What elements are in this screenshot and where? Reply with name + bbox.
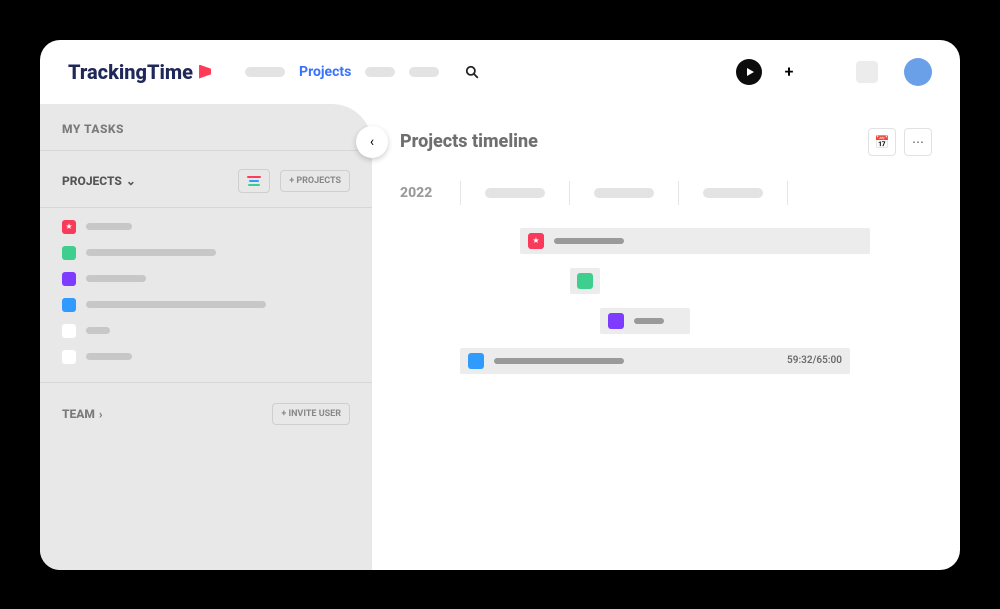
project-color-swatch [468, 353, 484, 369]
team-section-toggle[interactable]: TEAM › [62, 407, 103, 421]
project-name-placeholder [86, 353, 132, 360]
projects-list [40, 208, 372, 383]
timeline-header: 2022 [400, 176, 932, 210]
sidebar: ‹ MY TASKS PROJECTS ⌄ + PROJECTS [40, 104, 372, 570]
play-timer-button[interactable] [736, 59, 762, 85]
project-color-swatch [577, 273, 593, 289]
search-button[interactable] [459, 59, 485, 85]
projects-label: PROJECTS [62, 174, 122, 188]
project-color-swatch [62, 272, 76, 286]
project-item[interactable] [62, 324, 350, 338]
project-item[interactable] [62, 272, 350, 286]
gantt-bar[interactable] [600, 308, 690, 334]
gantt-bar[interactable] [570, 268, 600, 294]
user-avatar[interactable] [904, 58, 932, 86]
project-color-swatch [62, 350, 76, 364]
chevron-right-icon: › [99, 407, 103, 421]
project-name-placeholder [86, 301, 266, 308]
project-item[interactable] [62, 298, 350, 312]
main-content: Projects timeline 📅 ⋯ 2022 [372, 104, 960, 570]
calendar-button[interactable]: 📅 [868, 128, 896, 156]
project-color-swatch [62, 246, 76, 260]
projects-filter-button[interactable] [238, 169, 270, 193]
brand-logo-icon [199, 65, 211, 79]
add-projects-button[interactable]: + PROJECTS [280, 170, 350, 192]
project-color-swatch [62, 298, 76, 312]
sidebar-my-tasks-section[interactable]: MY TASKS [40, 104, 372, 151]
gantt-chart: 59:32/65:00 [400, 228, 932, 374]
gantt-bar[interactable]: 59:32/65:00 [460, 348, 850, 374]
gantt-time-progress: 59:32/65:00 [787, 355, 842, 366]
timeline-year: 2022 [400, 185, 460, 201]
main-header: Projects timeline 📅 ⋯ [400, 128, 932, 156]
chevron-down-icon: ⌄ [126, 174, 136, 188]
project-color-swatch [62, 324, 76, 338]
project-name-placeholder [86, 223, 132, 230]
project-color-swatch [62, 220, 76, 234]
project-name-placeholder [86, 249, 216, 256]
project-item[interactable] [62, 350, 350, 364]
nav-item-placeholder[interactable] [409, 67, 439, 77]
top-nav: Projects [245, 59, 485, 85]
sidebar-projects-header: PROJECTS ⌄ + PROJECTS [40, 151, 372, 208]
timeline-month-placeholder [594, 188, 654, 198]
brand-name: TrackingTime [68, 60, 193, 84]
nav-item-placeholder[interactable] [245, 67, 285, 77]
gantt-task-label-placeholder [554, 238, 624, 244]
topbar: TrackingTime Projects + [40, 40, 960, 104]
gantt-task-label-placeholder [634, 318, 664, 324]
projects-section-toggle[interactable]: PROJECTS ⌄ [62, 174, 136, 188]
timeline-month-placeholder [485, 188, 545, 198]
project-name-placeholder [86, 327, 110, 334]
app-window: TrackingTime Projects + ‹ MY TASKS [40, 40, 960, 570]
more-options-button[interactable]: ⋯ [904, 128, 932, 156]
project-color-swatch [608, 313, 624, 329]
project-item[interactable] [62, 220, 350, 234]
project-item[interactable] [62, 246, 350, 260]
body: ‹ MY TASKS PROJECTS ⌄ + PROJECTS [40, 104, 960, 570]
app-menu-placeholder[interactable] [856, 61, 878, 83]
nav-item-placeholder[interactable] [365, 67, 395, 77]
brand-logo[interactable]: TrackingTime [68, 60, 211, 84]
chevron-left-icon: ‹ [370, 134, 374, 150]
timeline-month-placeholder [703, 188, 763, 198]
nav-item-projects[interactable]: Projects [299, 64, 351, 80]
filter-icon [247, 176, 261, 178]
collapse-sidebar-button[interactable]: ‹ [356, 126, 388, 158]
add-button[interactable]: + [778, 61, 800, 83]
calendar-icon: 📅 [875, 135, 890, 149]
project-color-swatch [528, 233, 544, 249]
page-title: Projects timeline [400, 131, 538, 152]
gantt-task-label-placeholder [494, 358, 624, 364]
search-icon [465, 65, 479, 79]
team-label: TEAM [62, 407, 95, 421]
dots-icon: ⋯ [912, 135, 924, 149]
gantt-bar[interactable] [520, 228, 870, 254]
sidebar-team-section: TEAM › + INVITE USER [40, 383, 372, 445]
project-name-placeholder [86, 275, 146, 282]
my-tasks-label: MY TASKS [62, 122, 350, 136]
invite-user-button[interactable]: + INVITE USER [272, 403, 350, 425]
